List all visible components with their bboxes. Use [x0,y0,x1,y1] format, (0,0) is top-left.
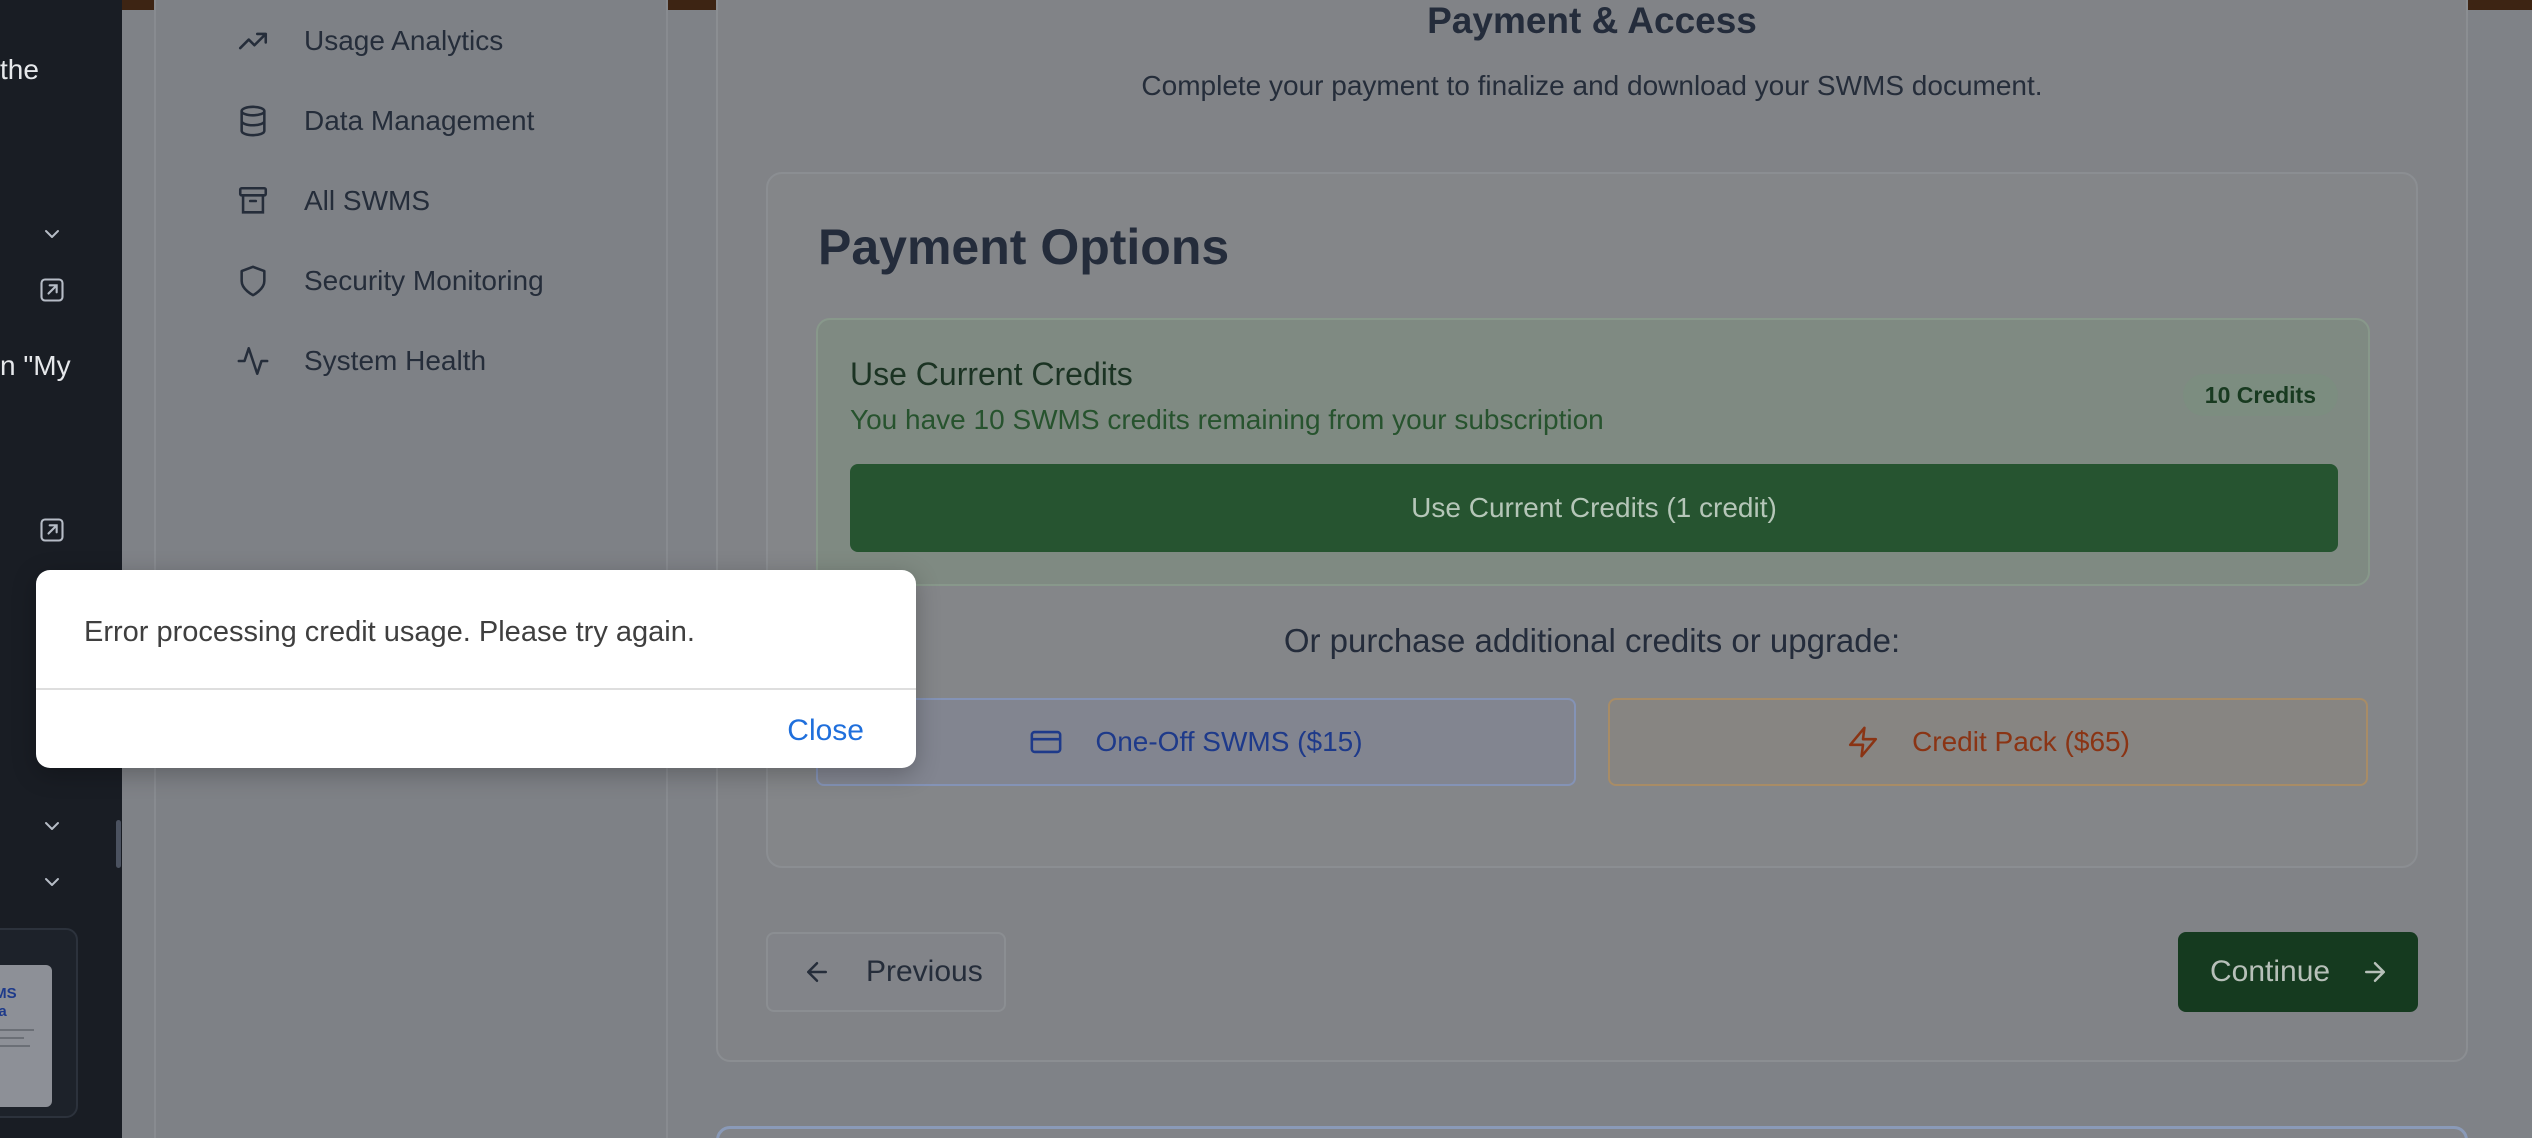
thumbnail-line [0,1037,24,1039]
partial-text: the [0,54,39,85]
thumbnail-text: lia [0,1003,7,1020]
sidebar-item-all-swms[interactable]: All SWMS [236,176,430,226]
credit-pack-button[interactable]: Credit Pack ($65) [1608,698,2368,786]
sidebar-item-label: All SWMS [304,185,430,216]
sidebar-item-label: System Health [304,345,487,376]
continue-button[interactable]: Continue [2178,932,2418,1012]
one-off-swms-button[interactable]: One-Off SWMS ($15) [816,698,1576,786]
arrow-left-icon [807,962,827,982]
shield-icon [240,265,266,297]
sidebar-item-label: Data Management [304,105,535,136]
activity-icon [237,346,269,376]
error-message: Error processing credit usage. Please tr… [84,616,695,648]
next-section-card [716,1126,2468,1138]
credit-pack-label: Credit Pack ($65) [1912,726,2130,757]
dialog-divider [36,688,916,690]
partial-text: n "My [0,350,71,381]
sidebar-item-data-management[interactable]: Data Management [236,96,534,146]
arrow-right-icon [2365,962,2386,982]
left-chat-panel: the n "My /MS lia [0,0,122,1138]
trending-up-icon [238,32,268,50]
chevron-down-icon[interactable] [40,222,64,246]
thumbnail-text: /MS [0,985,17,1002]
lightning-icon [1849,726,1878,758]
previous-label: Previous [866,955,983,988]
close-button[interactable]: Close [787,714,864,748]
credits-heading: Use Current Credits [850,356,1133,392]
use-credits-button[interactable]: Use Current Credits (1 credit) [850,464,2338,552]
open-external-icon[interactable] [38,516,66,544]
page-title: Payment & Access [1427,0,1757,41]
admin-sidebar: Usage Analytics Data Management All SWMS… [154,0,668,1138]
credits-description: You have 10 SWMS credits remaining from … [850,404,1604,435]
credits-badge: 10 Credits [2182,374,2338,416]
sidebar-item-label: Usage Analytics [304,25,504,56]
payment-options-title: Payment Options [818,219,1230,275]
document-thumbnail[interactable]: /MS lia [0,965,52,1107]
sidebar-item-label: Security Monitoring [304,265,544,296]
open-external-icon[interactable] [38,276,66,304]
sidebar-item-system-health[interactable]: System Health [236,336,486,386]
payment-options-card: Payment Options Use Current Credits You … [766,172,2418,868]
chevron-down-icon[interactable] [40,814,64,838]
purchase-prompt: Or purchase additional credits or upgrad… [1283,622,1901,659]
sidebar-item-usage-analytics[interactable]: Usage Analytics [236,16,503,66]
error-dialog: Error processing credit usage. Please tr… [36,570,916,768]
sidebar-item-security-monitoring[interactable]: Security Monitoring [236,256,544,306]
thumbnail-line [0,1029,34,1031]
archive-icon [238,186,268,214]
one-off-swms-label: One-Off SWMS ($15) [1095,726,1363,757]
page-subtitle: Complete your payment to finalize and do… [1141,70,2043,101]
resize-handle[interactable] [116,820,121,868]
continue-label: Continue [2210,955,2331,988]
credit-card-icon [1030,730,1062,754]
current-credits-panel: Use Current Credits You have 10 SWMS cre… [816,318,2370,586]
previous-button[interactable]: Previous [766,932,1006,1012]
thumbnail-line [0,1045,30,1047]
chevron-down-icon[interactable] [40,870,64,894]
database-icon [240,105,266,137]
